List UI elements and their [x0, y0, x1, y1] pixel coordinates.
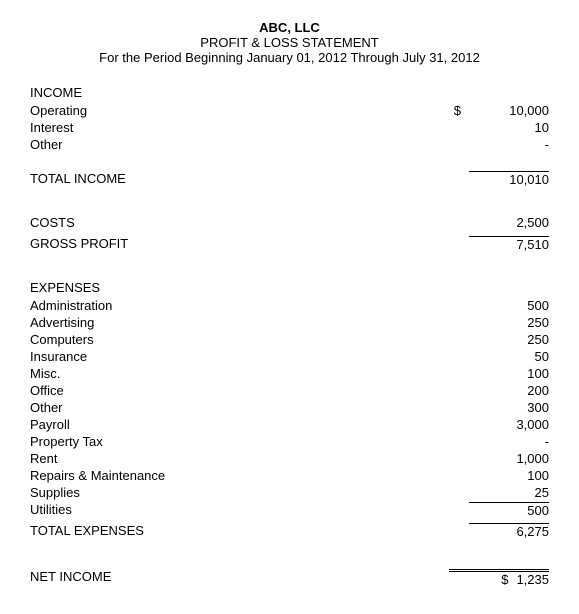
income-item: Operating $10,000 [30, 102, 549, 119]
expense-item-value: 500 [469, 298, 549, 313]
expense-item: Utilities500 [30, 501, 549, 519]
income-item-value: - [469, 137, 549, 152]
expense-item-value: 200 [469, 383, 549, 398]
expense-item-label: Repairs & Maintenance [30, 468, 469, 483]
expense-items: Administration500Advertising250Computers… [30, 297, 549, 519]
expense-item-value: 1,000 [469, 451, 549, 466]
expense-item-label: Office [30, 383, 469, 398]
expense-item-label: Insurance [30, 349, 469, 364]
expense-item-value: - [469, 434, 549, 449]
income-item: Other - [30, 136, 549, 153]
expense-item: Repairs & Maintenance100 [30, 467, 549, 484]
total-expenses-value: 6,275 [469, 523, 549, 539]
statement-title: PROFIT & LOSS STATEMENT [30, 35, 549, 50]
income-item-label: Operating [30, 103, 449, 118]
costs-row: COSTS 2,500 [30, 213, 549, 232]
income-item-label: Other [30, 137, 449, 152]
expense-item-label: Payroll [30, 417, 469, 432]
expense-item-label: Advertising [30, 315, 469, 330]
total-income-row: TOTAL INCOME 10,010 [30, 169, 549, 189]
gross-profit-row: GROSS PROFIT 7,510 [30, 234, 549, 254]
expense-item-value: 300 [469, 400, 549, 415]
income-item-value: 10 [469, 120, 549, 135]
total-expenses-label: TOTAL EXPENSES [30, 523, 144, 539]
expense-item: Office200 [30, 382, 549, 399]
expense-item: Other300 [30, 399, 549, 416]
costs-label: COSTS [30, 215, 75, 230]
expense-item-label: Utilities [30, 502, 469, 518]
expense-item: Rent1,000 [30, 450, 549, 467]
expense-item-value: 100 [469, 366, 549, 381]
expense-item-value: 500 [469, 502, 549, 518]
expense-item-value: 100 [469, 468, 549, 483]
income-item-value: 10,000 [469, 103, 549, 118]
expense-item: Insurance50 [30, 348, 549, 365]
expenses-label: EXPENSES [30, 280, 549, 295]
expense-item: Computers250 [30, 331, 549, 348]
expense-item-label: Administration [30, 298, 469, 313]
report-header: ABC, LLC PROFIT & LOSS STATEMENT For the… [30, 20, 549, 65]
gross-profit-label: GROSS PROFIT [30, 236, 128, 252]
expense-item: Advertising250 [30, 314, 549, 331]
expense-item-value: 250 [469, 332, 549, 347]
total-expenses-row: TOTAL EXPENSES 6,275 [30, 521, 549, 541]
net-income-dollar: $ [501, 572, 508, 587]
company-name: ABC, LLC [30, 20, 549, 35]
income-item-label: Interest [30, 120, 449, 135]
net-income-value: $ 1,235 [449, 569, 549, 587]
expense-item-label: Rent [30, 451, 469, 466]
income-items: Operating $10,000 Interest 10 Other - [30, 102, 549, 153]
expenses-section: EXPENSES Administration500Advertising250… [30, 280, 549, 541]
expense-item-label: Property Tax [30, 434, 469, 449]
expense-item: Property Tax- [30, 433, 549, 450]
costs-value: 2,500 [469, 215, 549, 230]
expense-item-label: Misc. [30, 366, 469, 381]
total-income-label: TOTAL INCOME [30, 171, 126, 187]
expense-item-label: Other [30, 400, 469, 415]
income-section: INCOME Operating$10,000Interest10Other- … [30, 85, 549, 189]
expense-item-value: 3,000 [469, 417, 549, 432]
expense-item-label: Supplies [30, 485, 469, 500]
expense-item: Administration500 [30, 297, 549, 314]
expense-item: Payroll3,000 [30, 416, 549, 433]
total-income-value: 10,010 [469, 171, 549, 187]
net-income-label: NET INCOME [30, 569, 111, 587]
expense-item-value: 25 [469, 485, 549, 500]
period-label: For the Period Beginning January 01, 201… [30, 50, 549, 65]
income-label: INCOME [30, 85, 549, 100]
dollar-sign: $ [454, 103, 461, 118]
expense-item-label: Computers [30, 332, 469, 347]
expense-item-value: 250 [469, 315, 549, 330]
expense-item-value: 50 [469, 349, 549, 364]
net-income-amount: 1,235 [516, 572, 549, 587]
gross-profit-value: 7,510 [469, 236, 549, 252]
expense-item: Misc.100 [30, 365, 549, 382]
expense-item: Supplies25 [30, 484, 549, 501]
net-income-row: NET INCOME $ 1,235 [30, 567, 549, 589]
income-item: Interest 10 [30, 119, 549, 136]
